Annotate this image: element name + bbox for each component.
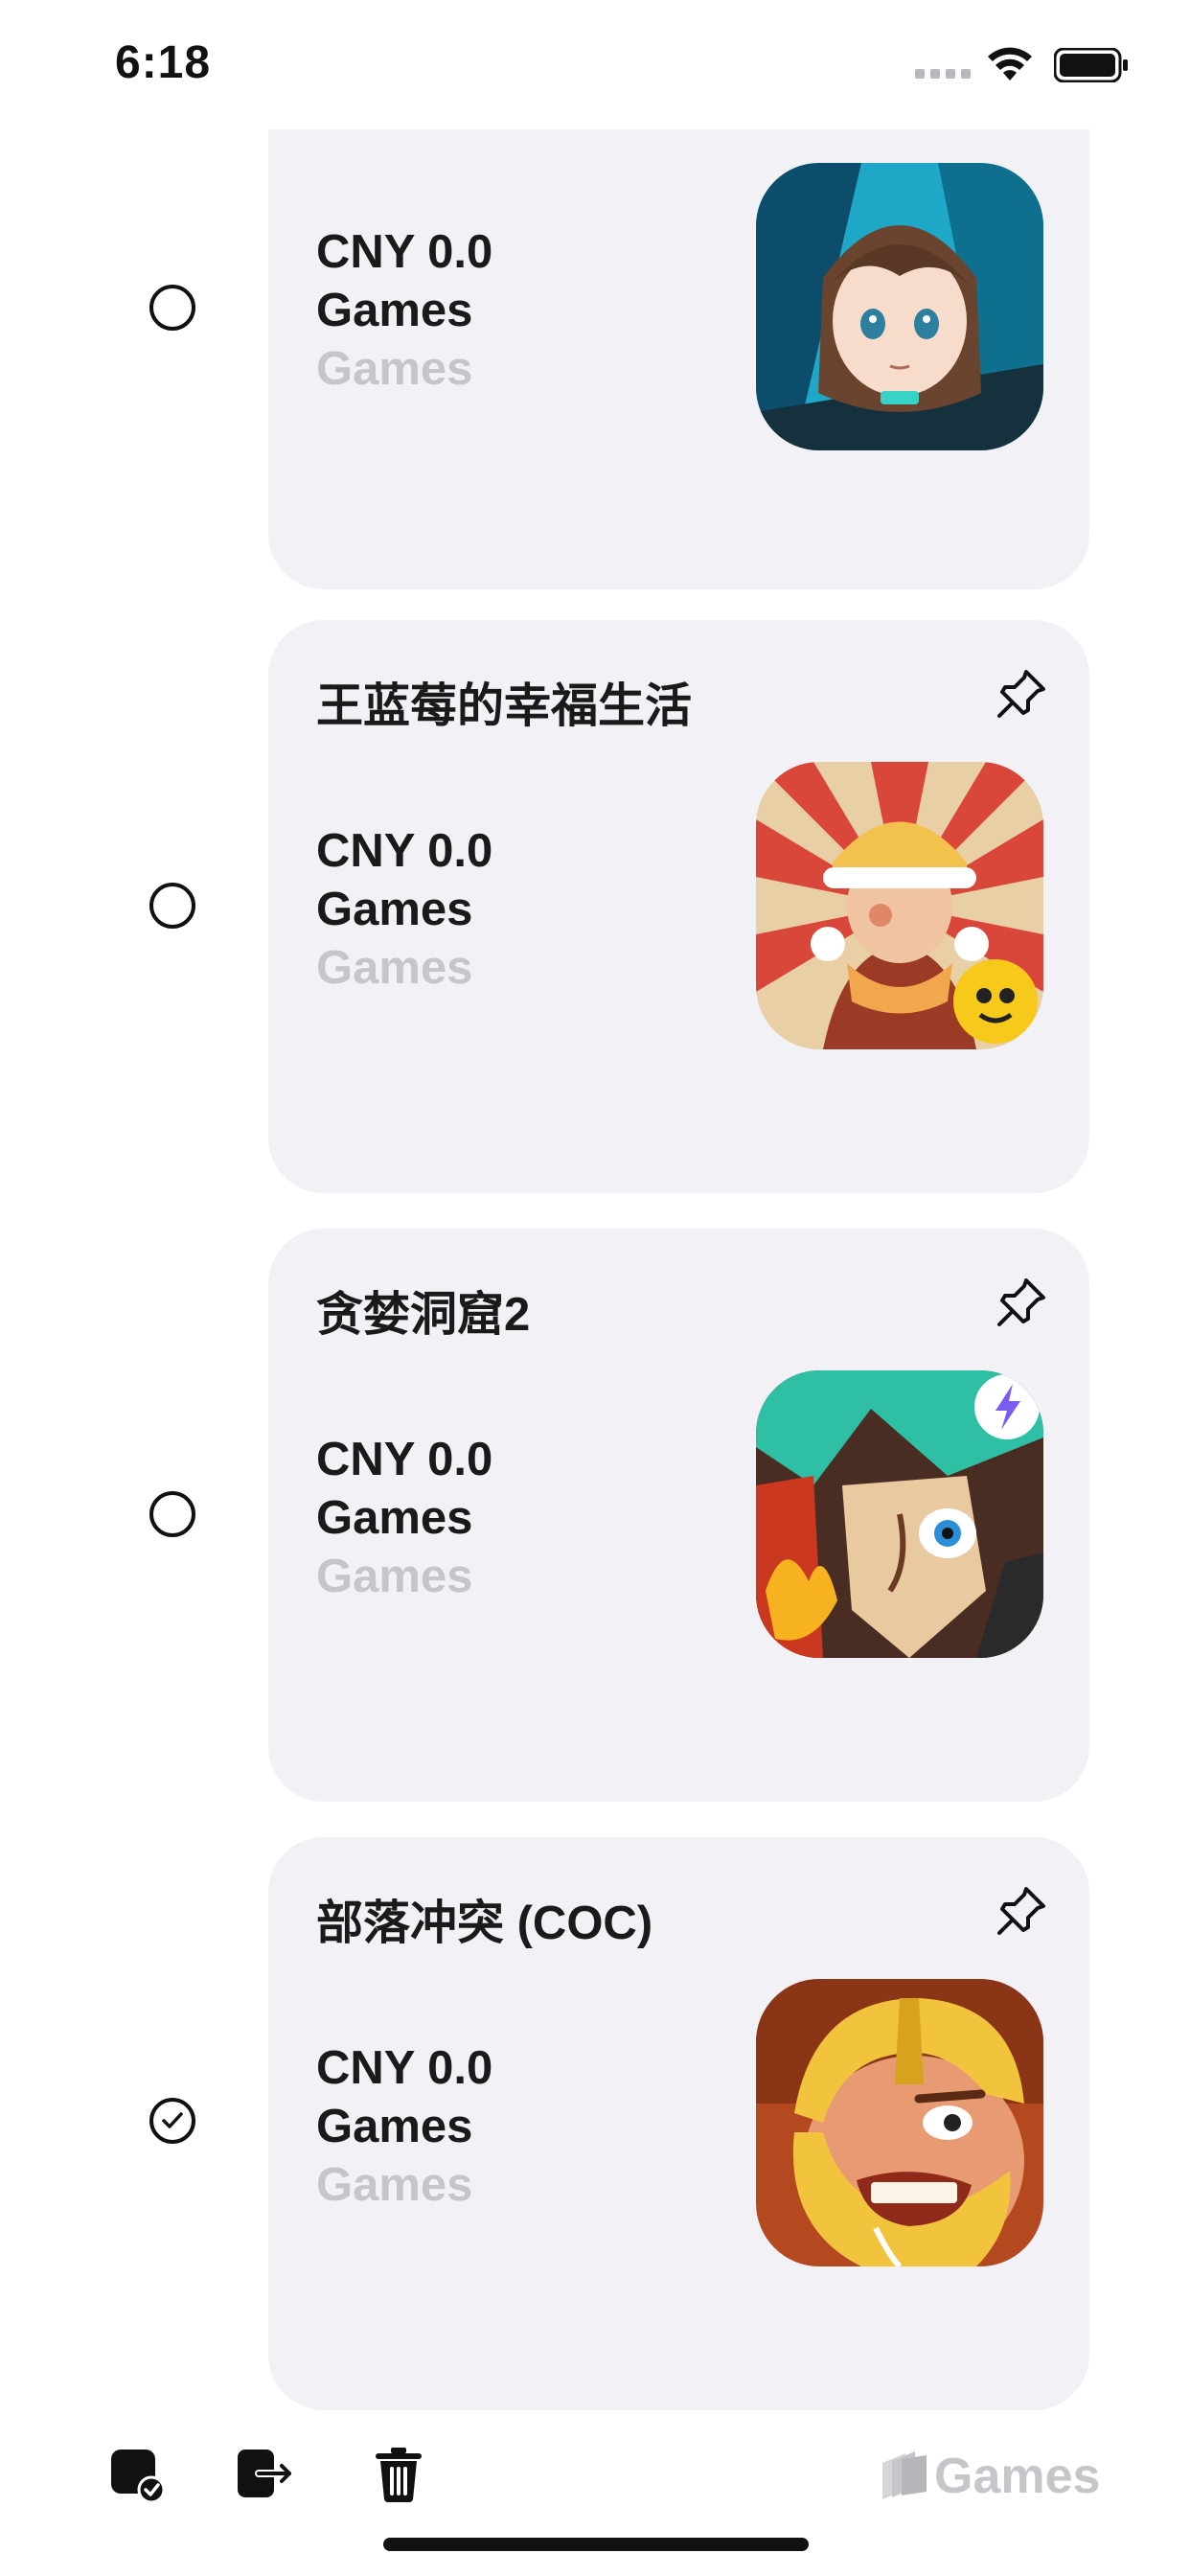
app-price: CNY 0.0 [316, 825, 493, 877]
app-genre: Games [316, 942, 473, 994]
home-indicator[interactable] [383, 2538, 809, 2551]
app-check-icon[interactable] [107, 2444, 169, 2505]
trash-icon[interactable] [368, 2444, 429, 2505]
filter-label[interactable]: Games [934, 2448, 1100, 2505]
app-title: 部落冲突 (COC) [316, 1898, 653, 1949]
barbarian-game-icon [756, 1979, 1043, 2266]
select-radio[interactable] [149, 1491, 195, 1537]
status-time: 6:18 [115, 37, 212, 88]
app-genre: Games [316, 1551, 473, 1602]
stack-icon[interactable] [877, 2448, 932, 2503]
app-category: Games [316, 1492, 473, 1544]
app-card[interactable]: CNY 0.0 Games Games [268, 129, 1089, 589]
pin-icon[interactable] [994, 1275, 1049, 1330]
app-card[interactable]: 贪婪洞窟2 CNY 0.0 Games Games [268, 1229, 1089, 1802]
app-card[interactable]: 王蓝莓的幸福生活 CNY 0.0 Games Games [268, 620, 1089, 1193]
boy-in-tiger-hat-game-icon [756, 762, 1043, 1049]
checkmark-icon [162, 2112, 183, 2128]
status-bar: 6:18 [0, 0, 1190, 129]
app-category: Games [316, 884, 473, 935]
app-price: CNY 0.0 [316, 226, 493, 278]
app-card[interactable]: 部落冲突 (COC) CNY 0.0 Games Games [268, 1837, 1089, 2410]
app-category: Games [316, 285, 473, 336]
export-icon[interactable] [234, 2444, 295, 2505]
pin-icon[interactable] [994, 1883, 1049, 1939]
app-category: Games [316, 2101, 473, 2152]
app-price: CNY 0.0 [316, 1434, 493, 1485]
anime-girl-game-icon [756, 163, 1043, 450]
select-radio[interactable] [149, 285, 195, 331]
signal-icon [915, 69, 971, 79]
select-radio-checked[interactable] [149, 2098, 195, 2144]
pin-icon[interactable] [994, 666, 1049, 722]
app-genre: Games [316, 343, 473, 395]
app-title: 贪婪洞窟2 [316, 1289, 531, 1341]
select-radio[interactable] [149, 883, 195, 929]
bottom-toolbar: Games [0, 2434, 1190, 2530]
app-title: 王蓝莓的幸福生活 [316, 680, 693, 732]
battery-icon [1054, 48, 1128, 82]
app-price: CNY 0.0 [316, 2042, 493, 2094]
cave-hero-game-icon [756, 1370, 1043, 1658]
wifi-icon [988, 47, 1032, 80]
app-genre: Games [316, 2159, 473, 2211]
